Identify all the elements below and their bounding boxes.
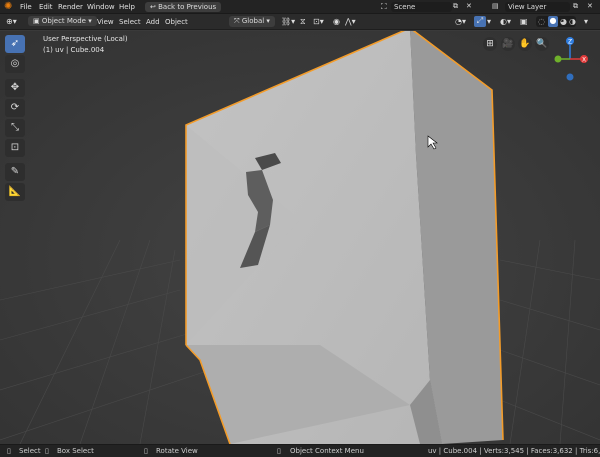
view-name-label: User Perspective (Local)	[43, 35, 128, 43]
scene-new-icon[interactable]: ⧉	[453, 2, 458, 11]
material-shading-icon[interactable]: ◕	[560, 17, 567, 26]
transform-tool-icon[interactable]: ⊡	[5, 139, 25, 157]
menu-file[interactable]: File	[20, 3, 32, 11]
grid-view-icon[interactable]: ⊞	[483, 37, 497, 51]
back-arrow-icon: ↩	[150, 3, 156, 11]
measure-tool-icon[interactable]: 📐	[5, 183, 25, 201]
chevron-down-icon: ▾	[266, 17, 270, 25]
snap-icon[interactable]: ⧖	[300, 17, 306, 27]
move-tool-icon[interactable]: ✥	[5, 79, 25, 97]
status-select: Select	[19, 447, 41, 455]
navigation-gizmo[interactable]: Z X	[546, 35, 592, 81]
pivot-point-icon[interactable]: ⛓▾	[281, 17, 295, 26]
3d-viewport[interactable]: User Perspective (Local) (1) uv | Cube.0…	[0, 31, 600, 444]
editor-type-icon[interactable]: ⊕▾	[6, 17, 17, 26]
gizmo-dropdown-icon[interactable]: ▾	[487, 17, 491, 26]
viewport-header: ⊕▾ ▣ Object Mode ▾ View Select Add Objec…	[0, 14, 600, 30]
status-rotate-view: Rotate View	[156, 447, 198, 455]
back-to-previous-button[interactable]: ↩ Back to Previous	[145, 2, 222, 12]
rotate-tool-icon[interactable]: ⟳	[5, 99, 25, 117]
mouse-middle-icon: ▯	[144, 447, 148, 455]
snap-target-icon[interactable]: ⊡▾	[313, 17, 324, 26]
view-layer-remove-icon[interactable]: ✕	[587, 2, 593, 10]
scene-render	[0, 31, 600, 444]
chevron-down-icon: ▾	[88, 17, 92, 25]
scene-icon[interactable]: ⛶	[381, 2, 387, 12]
gizmo-x-label: X	[582, 57, 586, 64]
proportional-edit-icon[interactable]: ◉	[333, 17, 340, 26]
top-menu-bar: ✺ File Edit Render Window Help ↩ Back to…	[0, 0, 600, 14]
overlays-icon[interactable]: ◐▾	[500, 17, 511, 26]
view-layer-field[interactable]: View Layer	[505, 2, 570, 12]
view-layer-icon[interactable]: ▤	[492, 2, 499, 10]
solid-shading-icon[interactable]: ●	[548, 16, 558, 27]
gizmo-z-label: Z	[568, 39, 572, 46]
menu-render[interactable]: Render	[58, 3, 83, 11]
object-mode-dropdown[interactable]: ▣ Object Mode ▾	[28, 16, 97, 26]
xray-icon[interactable]: ▣	[520, 17, 528, 26]
menu-view[interactable]: View	[97, 18, 114, 26]
wireframe-shading-icon[interactable]: ◌	[538, 17, 545, 26]
status-box-select: Box Select	[57, 447, 94, 455]
cursor-tool-icon[interactable]: ◎	[5, 55, 25, 73]
mouse-left-drag-icon: ▯	[45, 447, 49, 455]
status-context-menu: Object Context Menu	[290, 447, 364, 455]
gizmo-y-axis[interactable]	[554, 55, 562, 63]
object-mode-label: Object Mode	[41, 17, 86, 25]
object-info-label: (1) uv | Cube.004	[43, 46, 105, 54]
back-to-previous-label: Back to Previous	[158, 3, 217, 11]
scene-field[interactable]: Scene	[391, 2, 452, 12]
shading-options-icon[interactable]: ▾	[584, 17, 588, 26]
menu-edit[interactable]: Edit	[39, 3, 53, 11]
gizmo-neg-z-axis[interactable]	[566, 73, 574, 81]
rendered-shading-icon[interactable]: ◑	[569, 17, 576, 26]
menu-select[interactable]: Select	[119, 18, 141, 26]
mouse-right-icon: ▯	[277, 447, 281, 455]
orientation-icon: ⤧	[234, 17, 240, 25]
pan-hand-icon[interactable]: ✋	[518, 37, 532, 51]
visibility-icon[interactable]: ◔▾	[455, 17, 466, 26]
transform-orientation-dropdown[interactable]: ⤧ Global ▾	[229, 16, 275, 27]
menu-add[interactable]: Add	[146, 18, 160, 26]
view-layer-new-icon[interactable]: ⧉	[573, 2, 578, 11]
menu-window[interactable]: Window	[87, 3, 115, 11]
annotate-tool-icon[interactable]: ✎	[5, 163, 25, 181]
falloff-icon[interactable]: ⋀▾	[345, 17, 356, 26]
gizmo-toggle-icon[interactable]: ⤢	[474, 16, 486, 27]
scene-statistics: uv | Cube.004 | Verts:3,545 | Faces:3,63…	[428, 447, 600, 455]
select-box-tool-icon[interactable]: ➶	[5, 35, 25, 53]
scale-tool-icon[interactable]: ⤡	[5, 119, 25, 137]
menu-help[interactable]: Help	[119, 3, 135, 11]
scene-remove-icon[interactable]: ✕	[466, 2, 472, 10]
blender-logo-icon[interactable]: ✺	[4, 1, 12, 12]
mouse-left-icon: ▯	[7, 447, 11, 455]
menu-object[interactable]: Object	[165, 18, 188, 26]
status-bar: ▯ Select ▯ Box Select ▯ Rotate View ▯ Ob…	[0, 444, 600, 457]
camera-view-icon[interactable]: 🎥	[501, 37, 515, 51]
object-mode-icon: ▣	[33, 17, 40, 25]
orientation-label: Global	[241, 17, 265, 25]
